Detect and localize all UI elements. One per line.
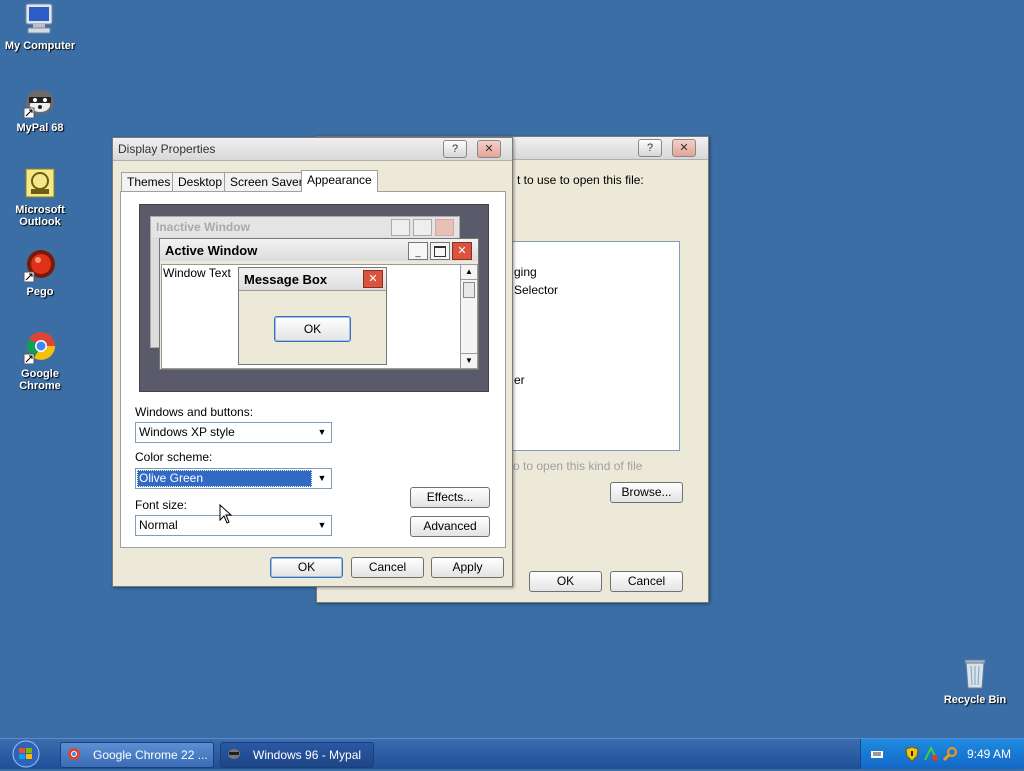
active-window-title: Active Window [165, 243, 258, 258]
chevron-down-icon: ▼ [317, 520, 327, 530]
message-box-titlebar: Message Box ✕ [239, 268, 386, 291]
active-titlebar: Active Window _ ✕ [160, 239, 478, 261]
cancel-button[interactable]: Cancel [351, 557, 424, 578]
tab-appearance[interactable]: Appearance [301, 170, 378, 192]
desktop-icon-label: My Computer [4, 40, 76, 52]
desktop-icon-mypal[interactable]: MyPal 68 [0, 84, 80, 134]
desktop-icon-chrome[interactable]: Google Chrome [0, 330, 80, 392]
program-list[interactable]: ging Selector er [503, 241, 680, 451]
minimize-icon [391, 219, 410, 236]
tab-themes[interactable]: Themes [121, 172, 177, 192]
recycle-bin-icon [958, 656, 992, 690]
tab-desktop[interactable]: Desktop [172, 172, 229, 192]
close-icon: ✕ [363, 270, 383, 288]
close-icon: ✕ [679, 142, 689, 154]
chrome-icon [23, 330, 57, 365]
maximize-icon [430, 242, 450, 260]
font-size-select[interactable]: Normal ▼ [135, 515, 332, 536]
window-text-label: Window Text [163, 266, 231, 280]
open-with-prompt: t to use to open this file: [517, 173, 644, 187]
message-box-title: Message Box [244, 272, 328, 287]
desktop-icon-pego[interactable]: Pego [0, 248, 80, 298]
windows-buttons-select[interactable]: Windows XP style ▼ [135, 422, 332, 443]
inactive-titlebar: Inactive Window [151, 217, 459, 237]
desktop-icon-outlook[interactable]: Microsoft Outlook [0, 166, 80, 228]
close-icon: ✕ [484, 143, 494, 155]
scroll-up-icon: ▲ [461, 265, 477, 280]
list-item[interactable]: er [514, 373, 525, 387]
message-box-ok-button: OK [274, 316, 351, 342]
desktop-icon-my-computer[interactable]: My Computer [0, 2, 80, 52]
list-item[interactable]: Selector [514, 283, 558, 297]
desktop-icon-label: MyPal 68 [16, 122, 64, 134]
my-computer-icon [23, 2, 57, 36]
windows-logo-icon [12, 740, 40, 768]
advanced-button[interactable]: Advanced [410, 516, 490, 537]
close-icon: ✕ [452, 242, 472, 260]
close-icon [435, 219, 454, 236]
active-window-preview: Active Window _ ✕ Window Text ▲ ▼ Messag… [159, 238, 479, 370]
taskbar-item-label: Google Chrome 22 ... [93, 748, 208, 762]
help-button[interactable]: ? [638, 139, 662, 157]
color-scheme-label: Color scheme: [135, 450, 213, 464]
appearance-page: Inactive Window Active Window _ ✕ Window… [120, 191, 506, 548]
taskbar-item-mypal[interactable]: Windows 96 - Mypal [220, 742, 374, 768]
desktop-icon-label: Pego [26, 286, 54, 298]
minimize-icon: _ [408, 242, 428, 260]
windows-buttons-label: Windows and buttons: [135, 405, 254, 419]
scroll-thumb [463, 282, 475, 298]
outlook-icon [23, 166, 57, 200]
search-icon[interactable] [943, 746, 959, 762]
display-properties-titlebar: Display Properties ? ✕ [113, 138, 512, 161]
mypal-icon [228, 749, 240, 759]
color-scheme-select[interactable]: Olive Green ▼ [135, 468, 332, 489]
maximize-icon [413, 219, 432, 236]
keyboard-icon[interactable] [871, 749, 883, 759]
effects-button[interactable]: Effects... [410, 487, 490, 508]
tab-strip: Themes Desktop Screen Saver Appearance [121, 170, 501, 192]
font-size-label: Font size: [135, 498, 188, 512]
taskbar: Google Chrome 22 ... Windows 96 - Mypal … [0, 738, 1024, 769]
desktop-icon-label: Google Chrome [19, 368, 61, 392]
pego-icon [23, 248, 57, 283]
network-icon[interactable] [923, 746, 939, 762]
always-use-hint: o to open this kind of file [513, 459, 643, 473]
taskbar-item-label: Windows 96 - Mypal [253, 748, 362, 762]
chevron-down-icon: ▼ [317, 427, 327, 437]
mypal-icon [23, 84, 57, 119]
list-item[interactable]: ging [514, 265, 537, 279]
taskbar-item-chrome[interactable]: Google Chrome 22 ... [60, 742, 214, 768]
apply-button[interactable]: Apply [431, 557, 504, 578]
preview-scrollbar: ▲ ▼ [460, 264, 478, 369]
windows-buttons-value: Windows XP style [139, 425, 235, 439]
cancel-button[interactable]: Cancel [610, 571, 683, 592]
chevron-down-icon: ▼ [317, 473, 327, 483]
system-tray: 9:49 AM [860, 739, 1024, 769]
close-button[interactable]: ✕ [477, 140, 501, 158]
tab-screen-saver[interactable]: Screen Saver [224, 172, 309, 192]
desktop-icon-label: Recycle Bin [943, 694, 1007, 706]
chrome-icon [68, 748, 80, 760]
color-scheme-value: Olive Green [137, 470, 312, 487]
display-properties-dialog: Display Properties ? ✕ Themes Desktop Sc… [112, 137, 513, 587]
ok-button[interactable]: OK [529, 571, 602, 592]
desktop-icon-recycle-bin[interactable]: Recycle Bin [935, 656, 1015, 706]
window-title: Display Properties [118, 142, 216, 156]
help-icon: ? [451, 143, 459, 155]
scroll-down-icon: ▼ [461, 353, 477, 368]
close-button[interactable]: ✕ [672, 139, 696, 157]
start-button[interactable] [4, 740, 50, 768]
clock[interactable]: 9:49 AM [967, 747, 1011, 761]
ok-button[interactable]: OK [270, 557, 343, 578]
browse-button[interactable]: Browse... [610, 482, 683, 503]
help-icon: ? [646, 142, 654, 154]
help-button[interactable]: ? [443, 140, 467, 158]
font-size-value: Normal [139, 518, 178, 532]
message-box-preview: Message Box ✕ OK [238, 267, 387, 365]
desktop-icon-label: Microsoft Outlook [15, 204, 65, 228]
inactive-window-title: Inactive Window [156, 220, 250, 234]
security-shield-icon[interactable] [905, 746, 919, 762]
appearance-preview: Inactive Window Active Window _ ✕ Window… [139, 204, 489, 392]
mouse-cursor-icon [219, 504, 233, 524]
